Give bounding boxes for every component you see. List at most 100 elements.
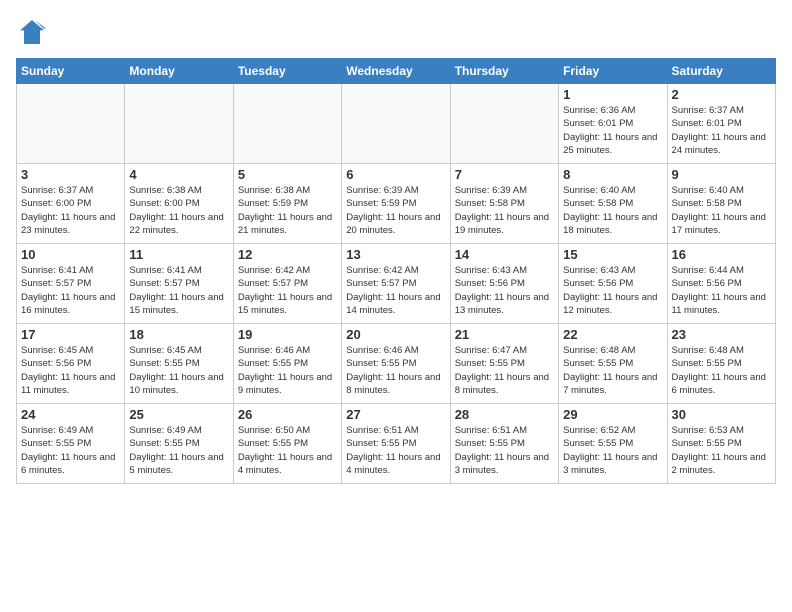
day-info: Sunrise: 6:51 AM Sunset: 5:55 PM Dayligh…	[346, 424, 445, 477]
calendar-week-row: 1 Sunrise: 6:36 AM Sunset: 6:01 PM Daylig…	[17, 84, 776, 164]
day-number: 10	[21, 247, 120, 262]
day-number: 2	[672, 87, 771, 102]
day-info: Sunrise: 6:51 AM Sunset: 5:55 PM Dayligh…	[455, 424, 554, 477]
calendar-cell: 16Sunrise: 6:44 AM Sunset: 5:56 PM Dayli…	[667, 244, 775, 324]
day-number: 12	[238, 247, 337, 262]
day-number: 5	[238, 167, 337, 182]
calendar-cell: 6 Sunrise: 6:39 AM Sunset: 5:59 PM Daylig…	[342, 164, 450, 244]
calendar-cell: 22 Sunrise: 6:48 AM Sunset: 5:55 PM Dayli…	[559, 324, 667, 404]
day-info: Sunrise: 6:45 AM Sunset: 5:56 PM Dayligh…	[21, 344, 120, 397]
logo-icon	[16, 16, 48, 48]
day-info: Sunrise: 6:37 AM Sunset: 6:00 PM Dayligh…	[21, 184, 120, 237]
day-info: Sunrise: 6:53 AM Sunset: 5:55 PM Dayligh…	[672, 424, 771, 477]
calendar-cell: 2 Sunrise: 6:37 AM Sunset: 6:01 PM Daylig…	[667, 84, 775, 164]
day-info: Sunrise: 6:39 AM Sunset: 5:59 PM Dayligh…	[346, 184, 445, 237]
calendar-cell: 8Sunrise: 6:40 AM Sunset: 5:58 PM Daylig…	[559, 164, 667, 244]
calendar-cell: 12 Sunrise: 6:42 AM Sunset: 5:57 PM Dayli…	[233, 244, 341, 324]
calendar-week-row: 10 Sunrise: 6:41 AM Sunset: 5:57 PM Dayli…	[17, 244, 776, 324]
weekday-header: Thursday	[450, 59, 558, 84]
calendar-cell: 14 Sunrise: 6:43 AM Sunset: 5:56 PM Dayli…	[450, 244, 558, 324]
day-number: 17	[21, 327, 120, 342]
calendar-cell	[450, 84, 558, 164]
calendar-cell: 21 Sunrise: 6:47 AM Sunset: 5:55 PM Dayli…	[450, 324, 558, 404]
day-info: Sunrise: 6:48 AM Sunset: 5:55 PM Dayligh…	[672, 344, 771, 397]
day-info: Sunrise: 6:46 AM Sunset: 5:55 PM Dayligh…	[238, 344, 337, 397]
day-info: Sunrise: 6:40 AM Sunset: 5:58 PM Dayligh…	[672, 184, 771, 237]
calendar-cell: 29 Sunrise: 6:52 AM Sunset: 5:55 PM Dayli…	[559, 404, 667, 484]
day-info: Sunrise: 6:46 AM Sunset: 5:55 PM Dayligh…	[346, 344, 445, 397]
day-number: 20	[346, 327, 445, 342]
weekday-header: Monday	[125, 59, 233, 84]
calendar-cell	[233, 84, 341, 164]
day-number: 29	[563, 407, 662, 422]
day-number: 9	[672, 167, 771, 182]
day-info: Sunrise: 6:42 AM Sunset: 5:57 PM Dayligh…	[238, 264, 337, 317]
day-number: 30	[672, 407, 771, 422]
calendar-cell: 11 Sunrise: 6:41 AM Sunset: 5:57 PM Dayli…	[125, 244, 233, 324]
day-info: Sunrise: 6:43 AM Sunset: 5:56 PM Dayligh…	[455, 264, 554, 317]
day-info: Sunrise: 6:52 AM Sunset: 5:55 PM Dayligh…	[563, 424, 662, 477]
day-info: Sunrise: 6:41 AM Sunset: 5:57 PM Dayligh…	[21, 264, 120, 317]
calendar-cell: 18 Sunrise: 6:45 AM Sunset: 5:55 PM Dayli…	[125, 324, 233, 404]
day-info: Sunrise: 6:49 AM Sunset: 5:55 PM Dayligh…	[21, 424, 120, 477]
calendar-cell: 7 Sunrise: 6:39 AM Sunset: 5:58 PM Daylig…	[450, 164, 558, 244]
calendar-week-row: 24 Sunrise: 6:49 AM Sunset: 5:55 PM Dayli…	[17, 404, 776, 484]
calendar-cell: 20 Sunrise: 6:46 AM Sunset: 5:55 PM Dayli…	[342, 324, 450, 404]
calendar-cell: 4 Sunrise: 6:38 AM Sunset: 6:00 PM Daylig…	[125, 164, 233, 244]
weekday-header: Sunday	[17, 59, 125, 84]
day-number: 6	[346, 167, 445, 182]
calendar-cell: 3 Sunrise: 6:37 AM Sunset: 6:00 PM Daylig…	[17, 164, 125, 244]
day-info: Sunrise: 6:45 AM Sunset: 5:55 PM Dayligh…	[129, 344, 228, 397]
weekday-header: Wednesday	[342, 59, 450, 84]
day-info: Sunrise: 6:39 AM Sunset: 5:58 PM Dayligh…	[455, 184, 554, 237]
day-info: Sunrise: 6:38 AM Sunset: 5:59 PM Dayligh…	[238, 184, 337, 237]
day-info: Sunrise: 6:38 AM Sunset: 6:00 PM Dayligh…	[129, 184, 228, 237]
day-number: 18	[129, 327, 228, 342]
weekday-header: Saturday	[667, 59, 775, 84]
day-info: Sunrise: 6:42 AM Sunset: 5:57 PM Dayligh…	[346, 264, 445, 317]
day-number: 4	[129, 167, 228, 182]
calendar-cell: 24 Sunrise: 6:49 AM Sunset: 5:55 PM Dayli…	[17, 404, 125, 484]
calendar-cell	[17, 84, 125, 164]
day-number: 13	[346, 247, 445, 262]
day-number: 8	[563, 167, 662, 182]
page-header	[16, 16, 776, 48]
day-info: Sunrise: 6:37 AM Sunset: 6:01 PM Dayligh…	[672, 104, 771, 157]
day-number: 3	[21, 167, 120, 182]
calendar-cell: 26Sunrise: 6:50 AM Sunset: 5:55 PM Dayli…	[233, 404, 341, 484]
day-number: 28	[455, 407, 554, 422]
day-info: Sunrise: 6:44 AM Sunset: 5:56 PM Dayligh…	[672, 264, 771, 317]
calendar-cell: 10 Sunrise: 6:41 AM Sunset: 5:57 PM Dayli…	[17, 244, 125, 324]
calendar-cell: 1 Sunrise: 6:36 AM Sunset: 6:01 PM Daylig…	[559, 84, 667, 164]
day-info: Sunrise: 6:43 AM Sunset: 5:56 PM Dayligh…	[563, 264, 662, 317]
calendar-cell: 13 Sunrise: 6:42 AM Sunset: 5:57 PM Dayli…	[342, 244, 450, 324]
day-number: 1	[563, 87, 662, 102]
calendar-week-row: 3 Sunrise: 6:37 AM Sunset: 6:00 PM Daylig…	[17, 164, 776, 244]
day-number: 21	[455, 327, 554, 342]
calendar-cell: 25Sunrise: 6:49 AM Sunset: 5:55 PM Dayli…	[125, 404, 233, 484]
day-number: 7	[455, 167, 554, 182]
logo	[16, 16, 52, 48]
calendar-cell: 30 Sunrise: 6:53 AM Sunset: 5:55 PM Dayli…	[667, 404, 775, 484]
day-number: 27	[346, 407, 445, 422]
day-number: 22	[563, 327, 662, 342]
day-number: 14	[455, 247, 554, 262]
weekday-header: Friday	[559, 59, 667, 84]
calendar-cell	[125, 84, 233, 164]
calendar-week-row: 17 Sunrise: 6:45 AM Sunset: 5:56 PM Dayli…	[17, 324, 776, 404]
day-info: Sunrise: 6:48 AM Sunset: 5:55 PM Dayligh…	[563, 344, 662, 397]
day-number: 19	[238, 327, 337, 342]
calendar-cell: 9 Sunrise: 6:40 AM Sunset: 5:58 PM Daylig…	[667, 164, 775, 244]
weekday-header-row: SundayMondayTuesdayWednesdayThursdayFrid…	[17, 59, 776, 84]
calendar-cell: 27 Sunrise: 6:51 AM Sunset: 5:55 PM Dayli…	[342, 404, 450, 484]
weekday-header: Tuesday	[233, 59, 341, 84]
calendar-cell: 17 Sunrise: 6:45 AM Sunset: 5:56 PM Dayli…	[17, 324, 125, 404]
day-number: 24	[21, 407, 120, 422]
day-number: 11	[129, 247, 228, 262]
calendar-cell: 19 Sunrise: 6:46 AM Sunset: 5:55 PM Dayli…	[233, 324, 341, 404]
day-info: Sunrise: 6:47 AM Sunset: 5:55 PM Dayligh…	[455, 344, 554, 397]
day-info: Sunrise: 6:41 AM Sunset: 5:57 PM Dayligh…	[129, 264, 228, 317]
calendar-cell	[342, 84, 450, 164]
day-info: Sunrise: 6:50 AM Sunset: 5:55 PM Dayligh…	[238, 424, 337, 477]
day-info: Sunrise: 6:36 AM Sunset: 6:01 PM Dayligh…	[563, 104, 662, 157]
